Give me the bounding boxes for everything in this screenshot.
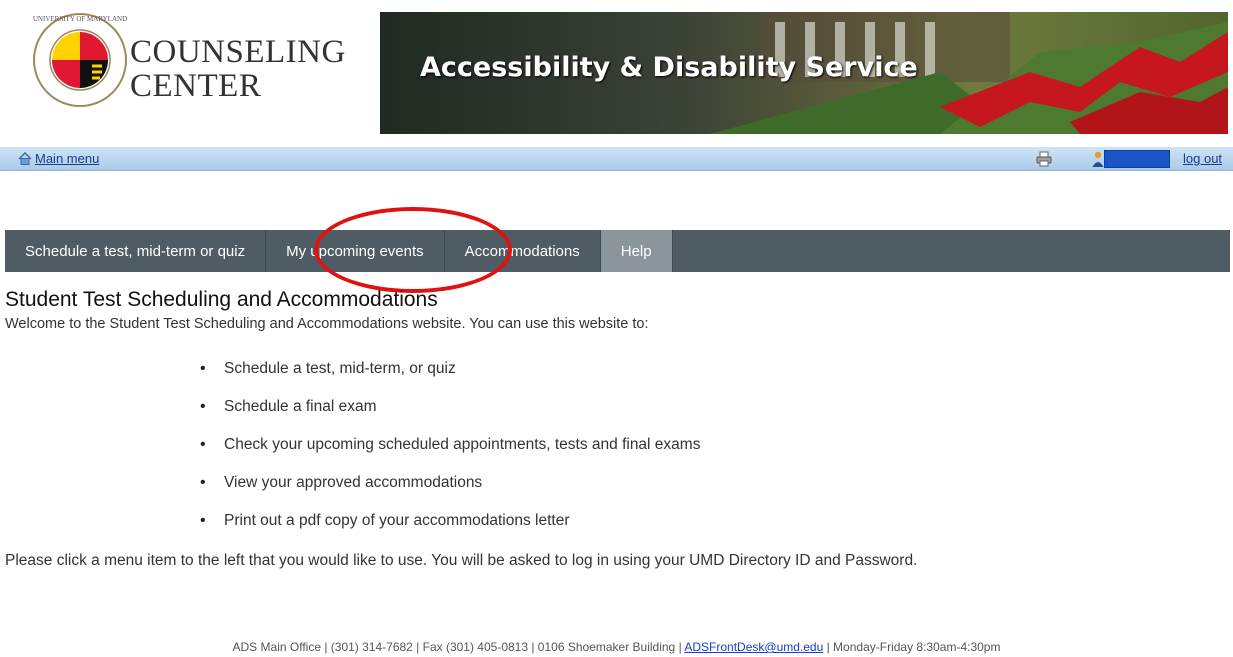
list-item: Schedule a final exam (200, 396, 700, 434)
tab-schedule-test[interactable]: Schedule a test, mid-term or quiz (5, 230, 267, 272)
tab-help[interactable]: Help (600, 230, 673, 272)
logo-line-counseling: COUNSELING (130, 34, 346, 70)
list-item: Check your upcoming scheduled appointmen… (200, 434, 700, 472)
footer-contact-text: ADS Main Office | (301) 314-7682 | Fax (… (232, 640, 682, 654)
top-toolbar: Main menu log out (0, 147, 1233, 171)
username-redacted (1104, 150, 1170, 168)
counseling-center-logo[interactable]: UNIVERSITY OF MARYLAND COUNSELING CENTER (30, 10, 380, 125)
login-note: Please click a menu item to the left tha… (5, 552, 918, 569)
seal-text: UNIVERSITY OF MARYLAND (33, 15, 127, 23)
logout-link[interactable]: log out (1183, 151, 1222, 166)
print-icon[interactable] (1036, 151, 1052, 167)
page-title: Student Test Scheduling and Accommodatio… (5, 288, 438, 311)
tab-my-upcoming-events[interactable]: My upcoming events (266, 230, 445, 272)
feature-list: Schedule a test, mid-term, or quiz Sched… (200, 358, 700, 548)
footer: ADS Main Office | (301) 314-7682 | Fax (… (0, 640, 1233, 654)
header-banner: Accessibility & Disability Service (380, 12, 1228, 134)
main-menu-link[interactable]: Main menu (18, 151, 99, 166)
umd-seal-icon: UNIVERSITY OF MARYLAND (33, 13, 127, 107)
list-item: Schedule a test, mid-term, or quiz (200, 358, 700, 396)
main-menu-label: Main menu (35, 151, 100, 166)
main-nav: Schedule a test, mid-term or quiz My upc… (5, 230, 1230, 272)
footer-hours-text: | Monday-Friday 8:30am-4:30pm (826, 640, 1001, 654)
banner-title: Accessibility & Disability Service (420, 52, 918, 83)
logo-line-center: CENTER (130, 68, 262, 104)
tab-accommodations[interactable]: Accommodations (445, 230, 601, 272)
footer-email-link[interactable]: ADSFrontDesk@umd.edu (684, 640, 823, 654)
list-item: View your approved accommodations (200, 472, 700, 510)
home-icon (18, 151, 32, 165)
intro-text: Welcome to the Student Test Scheduling a… (5, 316, 649, 332)
list-item: Print out a pdf copy of your accommodati… (200, 510, 700, 548)
site-header: UNIVERSITY OF MARYLAND COUNSELING CENTER… (0, 0, 1233, 140)
user-icon (1092, 151, 1104, 167)
